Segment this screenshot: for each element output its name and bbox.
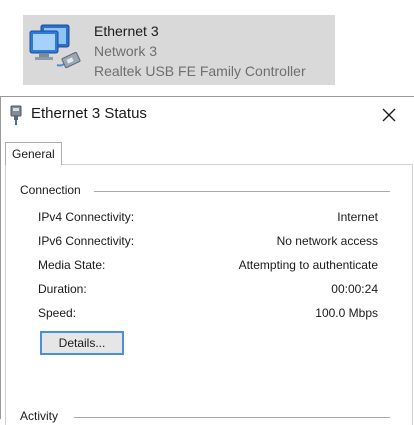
details-button[interactable]: Details... [40,331,124,355]
connection-adapter: Realtek USB FE Family Controller [94,63,306,79]
ipv4-connectivity-label: IPv4 Connectivity: [38,210,135,224]
ipv4-connectivity-value: Internet [337,210,378,224]
network-adapter-icon [29,24,81,69]
general-tab-panel: Connection IPv4 Connectivity: Internet I… [5,164,413,425]
connection-group-label: Connection [20,183,85,197]
ipv6-connectivity-label: IPv6 Connectivity: [38,234,135,248]
activity-group-label: Activity [20,409,63,423]
duration-value: 00:00:24 [331,282,378,296]
status-dialog: Ethernet 3 Status General Connection IPv… [0,96,414,425]
speed-label: Speed: [38,306,77,320]
ethernet-plug-icon [10,105,22,125]
connection-name: Ethernet 3 [94,23,159,39]
media-state-value: Attempting to authenticate [238,258,378,272]
speed-value: 100.0 Mbps [315,306,378,320]
connection-tile-ethernet-3[interactable]: Ethernet 3 Network 3 Realtek USB FE Fami… [23,15,335,85]
media-state-label: Media State: [38,258,106,272]
dialog-titlebar[interactable]: Ethernet 3 Status [1,97,414,132]
network-connections-list: Ethernet 3 Network 3 Realtek USB FE Fami… [0,0,414,96]
connection-tile-text: Ethernet 3 Network 3 Realtek USB FE Fami… [94,21,306,81]
tab-general[interactable]: General [5,142,62,165]
ipv6-connectivity-value: No network access [276,234,378,248]
close-icon[interactable] [375,102,403,128]
duration-label: Duration: [38,282,87,296]
connection-group-divider [94,191,390,192]
dialog-title: Ethernet 3 Status [31,105,147,122]
connection-network: Network 3 [94,43,158,59]
